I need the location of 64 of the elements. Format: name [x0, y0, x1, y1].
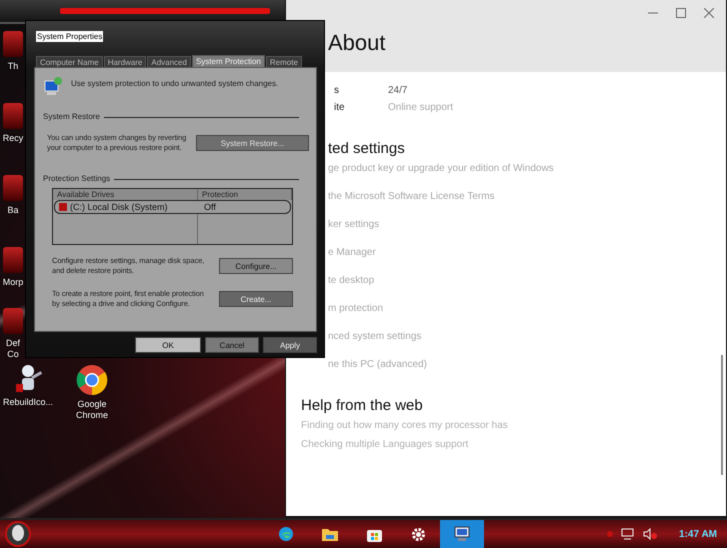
- browser-icon: [76, 364, 108, 396]
- desktop-icon-label[interactable]: RebuildIco...: [2, 397, 54, 408]
- settings-link[interactable]: m protection: [328, 303, 726, 331]
- desktop-icon-label[interactable]: Google Chrome: [66, 399, 118, 421]
- folder-icon: [322, 527, 338, 541]
- section-heading: ted settings: [328, 140, 406, 157]
- desktop-icon-label: Ba: [6, 205, 20, 216]
- scrollbar-thumb[interactable]: [721, 355, 723, 475]
- settings-link[interactable]: nced system settings: [328, 331, 726, 359]
- tab[interactable]: Hardware: [104, 56, 146, 67]
- settings-link[interactable]: ker settings: [328, 219, 726, 247]
- desktop-icon: [3, 247, 23, 273]
- info-label: s: [333, 85, 340, 96]
- column-header: Available Drives: [53, 189, 198, 200]
- page-title: About: [328, 30, 386, 56]
- desktop-icon: [3, 175, 23, 201]
- settings-icon: [410, 526, 426, 542]
- support-link[interactable]: Online support: [388, 102, 454, 113]
- robot-icon: [13, 364, 43, 394]
- info-value: 24/7: [388, 85, 408, 96]
- dialog-button[interactable]: Cancel: [205, 337, 259, 353]
- alien-logo-icon[interactable]: [4, 521, 32, 547]
- settings-link[interactable]: te desktop: [328, 275, 726, 303]
- drive-icon: [59, 203, 67, 211]
- drive-row[interactable]: (C:) Local Disk (System) Off: [54, 200, 291, 214]
- computer-icon: [453, 526, 471, 542]
- desktop-icon-label: Recy: [2, 133, 24, 144]
- table-cell: (C:) Local Disk (System): [55, 202, 200, 212]
- computer-shield-icon: [43, 76, 63, 96]
- settings-link[interactable]: ne this PC (advanced): [328, 359, 726, 387]
- desktop-icon: [3, 31, 23, 57]
- settings-link[interactable]: e Manager: [328, 247, 726, 275]
- section-heading: Help from the web: [301, 397, 424, 414]
- desktop-icon-label: Morp: [2, 277, 24, 288]
- table-cell-text: Off: [203, 202, 217, 212]
- group-heading: Protection Settings: [43, 174, 110, 184]
- system-restore-button[interactable]: System Restore...: [196, 135, 309, 151]
- speaker-muted-icon[interactable]: [643, 528, 658, 540]
- settings-link[interactable]: the Microsoft Software License Terms: [328, 191, 726, 219]
- maximize-icon[interactable]: [676, 8, 686, 18]
- network-icon[interactable]: [621, 528, 636, 540]
- info-label: ite: [333, 102, 346, 113]
- clock[interactable]: 1:47 AM: [679, 528, 717, 540]
- tab[interactable]: Computer Name: [36, 56, 103, 67]
- desktop-icon-label: Def Co: [4, 338, 21, 360]
- desktop-icon-label: Th: [6, 61, 20, 72]
- tab[interactable]: Advanced: [147, 56, 191, 67]
- tab[interactable]: Remote: [266, 56, 302, 67]
- dialog-button[interactable]: OK: [135, 337, 201, 353]
- column-header: Protection: [198, 189, 292, 200]
- intro-text: Use system protection to undo unwanted system changes.: [71, 79, 278, 89]
- taskbar-app[interactable]: [440, 520, 484, 548]
- edge-icon: [278, 526, 294, 542]
- tab[interactable]: System Protection: [192, 55, 265, 67]
- dialog-button[interactable]: Apply: [263, 337, 317, 353]
- settings-link[interactable]: ge product key or upgrade your edition of Windows: [328, 163, 726, 191]
- desktop-icon: [3, 103, 23, 129]
- dialog-title: System Properties: [36, 31, 104, 42]
- group-heading: System Restore: [43, 112, 100, 122]
- desktop-icon: [3, 308, 23, 334]
- record-icon: [607, 531, 614, 537]
- close-icon[interactable]: [704, 8, 714, 18]
- configure-button[interactable]: Configure...: [219, 258, 293, 274]
- create-button[interactable]: Create...: [219, 291, 293, 307]
